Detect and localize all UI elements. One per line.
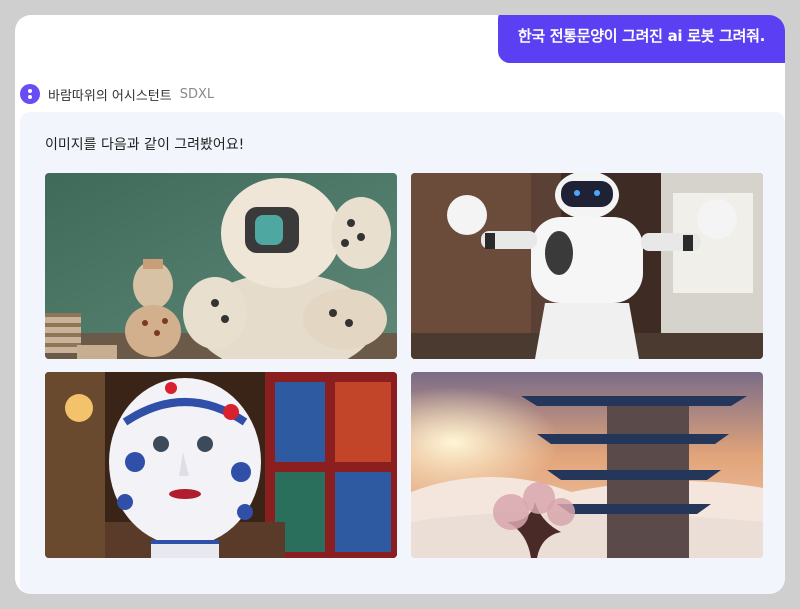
korean-pagoda-sunset-image bbox=[411, 372, 763, 558]
generated-image-1[interactable] bbox=[45, 173, 397, 359]
model-tag: SDXL bbox=[179, 86, 215, 102]
robot-with-pottery-image bbox=[45, 173, 397, 359]
patterned-robot-head-image bbox=[45, 372, 397, 558]
assistant-response-text: 이미지를 다음과 같이 그려봤어요! bbox=[45, 137, 245, 153]
white-robot-in-room-image bbox=[411, 173, 763, 359]
generated-image-2[interactable] bbox=[411, 173, 763, 359]
user-message-bubble: 한국 전통문양이 그려진 ai 로봇 그려줘. bbox=[497, 15, 785, 63]
generated-image-3[interactable] bbox=[45, 372, 397, 558]
user-message-text: 한국 전통문양이 그려진 ai 로봇 그려줘. bbox=[517, 26, 765, 45]
generated-image-4[interactable] bbox=[411, 372, 763, 558]
assistant-response-panel: 이미지를 다음과 같이 그려봤어요! bbox=[20, 112, 785, 594]
assistant-name: 바람따위의 어시스턴트 bbox=[48, 88, 172, 104]
assistant-header: 바람따위의 어시스턴트 SDXL bbox=[20, 84, 214, 104]
chat-card: 한국 전통문양이 그려진 ai 로봇 그려줘. 바람따위의 어시스턴트 SDXL… bbox=[15, 15, 785, 594]
assistant-avatar-icon bbox=[20, 84, 40, 104]
